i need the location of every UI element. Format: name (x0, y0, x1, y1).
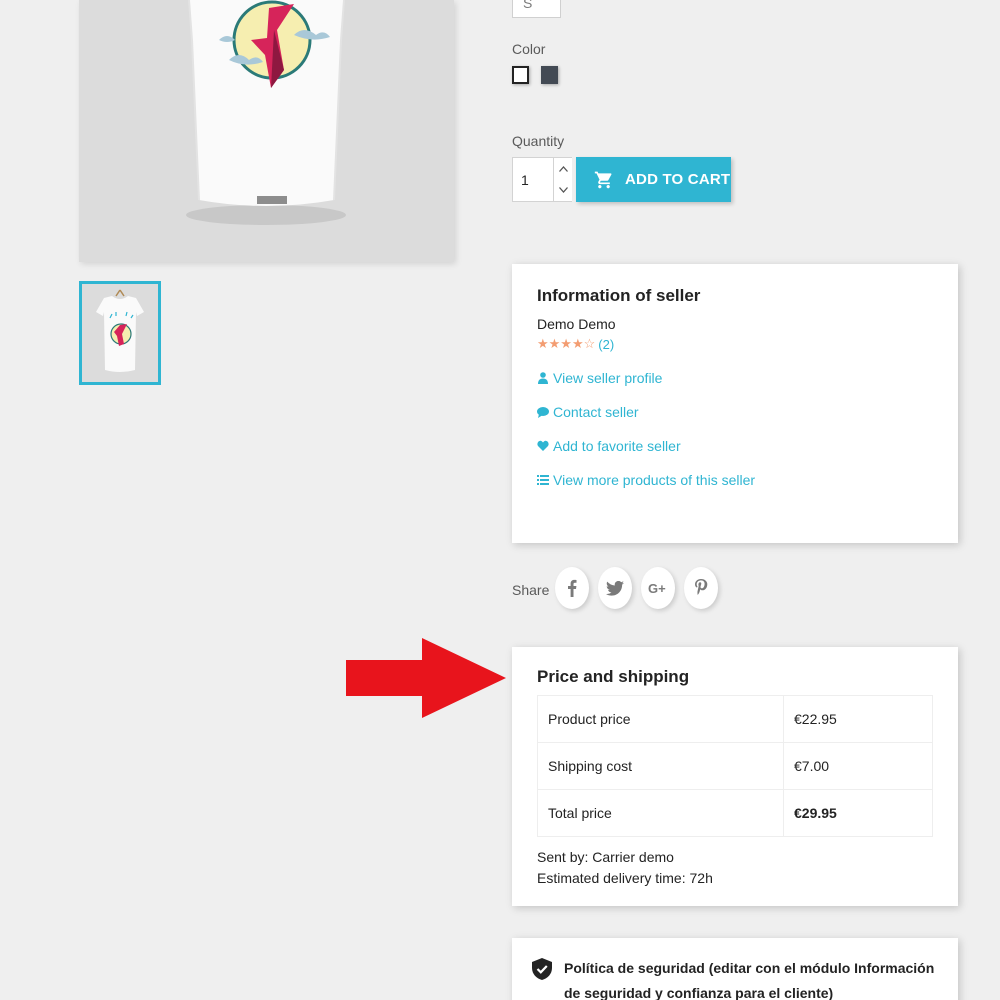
shopping-cart-icon (594, 171, 612, 188)
share-bar: Share G+ (512, 567, 727, 609)
price-shipping-heading: Price and shipping (537, 667, 690, 686)
color-swatch-dark-grey[interactable] (541, 66, 558, 84)
contact-seller-link[interactable]: Contact seller (537, 404, 933, 420)
seller-info-card: Information of seller Demo Demo ★★★★☆ (2… (512, 264, 958, 543)
seller-info-heading: Information of seller (537, 286, 701, 305)
table-row: Total price €29.95 (537, 789, 933, 837)
add-favorite-seller-link[interactable]: Add to favorite seller (537, 438, 933, 454)
chevron-down-icon (558, 187, 568, 193)
quantity-increase-button[interactable] (553, 158, 572, 180)
sent-by-text: Sent by: Carrier demo (537, 849, 674, 865)
facebook-icon (568, 579, 577, 597)
table-row: Product price €22.95 (537, 695, 933, 743)
price-shipping-card: Price and shipping Product price €22.95 … (512, 647, 958, 906)
total-price-value: €29.95 (783, 789, 933, 837)
quantity-input[interactable] (513, 158, 553, 201)
rating-review-count[interactable]: (2) (598, 337, 614, 352)
product-main-image[interactable] (79, 0, 454, 262)
product-thumbnail[interactable] (79, 281, 161, 385)
security-policy-card: Política de seguridad (editar con el mód… (512, 938, 958, 1000)
security-policy-text: Política de seguridad (editar con el mód… (564, 960, 935, 1000)
comment-icon (537, 407, 549, 418)
annotation-arrow-icon (346, 638, 506, 718)
rating-stars: ★★★★☆ (537, 336, 596, 351)
view-seller-profile-link[interactable]: View seller profile (537, 370, 933, 386)
view-seller-profile-label: View seller profile (553, 370, 663, 386)
color-label: Color (512, 41, 546, 57)
quantity-decrease-button[interactable] (553, 179, 572, 201)
color-swatch-white[interactable] (512, 66, 529, 84)
shield-check-icon (532, 958, 552, 980)
view-more-products-link[interactable]: View more products of this seller (537, 472, 933, 488)
view-more-products-label: View more products of this seller (553, 472, 756, 488)
product-price-label: Product price (537, 695, 784, 743)
product-price-value: €22.95 (783, 695, 933, 743)
delivery-time-text: Estimated delivery time: 72h (537, 870, 713, 886)
add-to-cart-label: ADD TO CART (625, 171, 731, 188)
table-row: Shipping cost €7.00 (537, 742, 933, 790)
seller-name: Demo Demo (537, 316, 616, 332)
add-to-cart-button[interactable]: ADD TO CART (576, 157, 731, 202)
google-plus-icon: G+ (648, 581, 666, 595)
user-icon (538, 372, 548, 384)
list-icon (537, 475, 549, 485)
share-google-plus-button[interactable]: G+ (641, 567, 676, 609)
total-price-label: Total price (537, 789, 784, 837)
chevron-up-icon (558, 165, 568, 172)
size-select[interactable]: S (512, 0, 561, 18)
add-favorite-seller-label: Add to favorite seller (553, 438, 681, 454)
pinterest-icon (695, 579, 708, 595)
shipping-info: Sent by: Carrier demo Estimated delivery… (537, 847, 933, 889)
price-table: Product price €22.95 Shipping cost €7.00… (537, 695, 933, 837)
quantity-label: Quantity (512, 133, 565, 149)
contact-seller-label: Contact seller (553, 404, 639, 420)
share-pinterest-button[interactable] (684, 567, 719, 609)
share-facebook-button[interactable] (555, 567, 590, 609)
svg-text:G+: G+ (648, 581, 666, 595)
heart-icon (537, 440, 549, 451)
security-policy: Política de seguridad (editar con el mód… (532, 956, 938, 1000)
size-select-value: S (523, 0, 533, 11)
shipping-cost-value: €7.00 (783, 742, 933, 790)
share-twitter-button[interactable] (598, 567, 633, 609)
quantity-stepper (512, 157, 572, 202)
seller-rating: ★★★★☆ (2) (537, 336, 933, 352)
twitter-icon (606, 580, 625, 596)
shipping-cost-label: Shipping cost (537, 742, 784, 790)
tshirt-image (186, 0, 346, 225)
tshirt-thumbnail-image (96, 289, 144, 372)
share-label: Share (512, 582, 550, 598)
